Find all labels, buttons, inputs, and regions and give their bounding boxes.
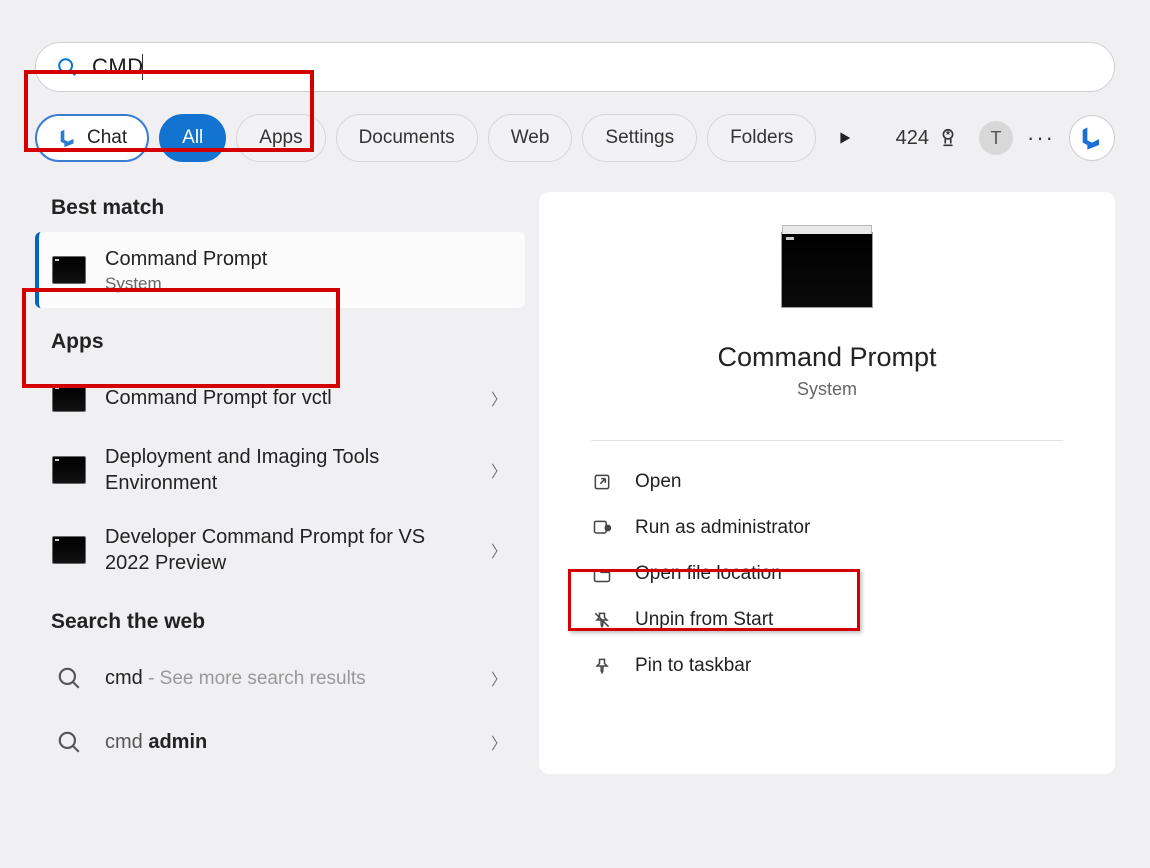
bing-chat-disc[interactable] [1069,115,1115,161]
action-pin-taskbar[interactable]: Pin to taskbar [569,643,1085,689]
filter-all[interactable]: All [159,114,226,162]
action-open-location[interactable]: Open file location [569,551,1085,597]
search-bar[interactable]: CMD [35,42,1115,92]
app-large-icon [781,232,873,308]
search-icon [56,56,78,78]
cmd-icon [51,452,87,488]
chat-chip[interactable]: Chat [35,114,149,162]
app-result[interactable]: Developer Command Prompt for VS 2022 Pre… [35,510,525,590]
filters-overflow-arrow[interactable] [826,131,866,145]
web-prefix: cmd [105,731,148,753]
action-unpin-start[interactable]: Unpin from Start [569,597,1085,643]
web-suffix: - See more search results [143,668,366,689]
divider [591,440,1063,441]
apps-header: Apps [35,326,525,366]
action-label: Unpin from Start [635,609,773,631]
search-input[interactable]: CMD [92,54,144,80]
unpin-icon [591,609,613,631]
bing-icon [57,127,79,149]
rewards-points[interactable]: 424 [896,127,959,150]
chat-label: Chat [87,127,127,149]
app-result[interactable]: Command Prompt for vctl 〉 [35,366,525,430]
filter-apps[interactable]: Apps [236,114,325,162]
web-bold: admin [148,731,207,753]
preview-subtitle: System [569,379,1085,400]
best-match-title: Command Prompt [105,246,507,272]
best-match-subtitle: System [105,274,507,294]
folder-icon [591,563,613,585]
web-result[interactable]: cmd admin 〉 [35,710,525,774]
preview-panel: Command Prompt System Open Run as admini… [539,192,1115,774]
open-icon [591,471,613,493]
chevron-right-icon: 〉 [491,538,507,562]
shield-icon [591,517,613,539]
avatar[interactable]: T [979,121,1013,155]
web-result[interactable]: cmd - See more search results 〉 [35,646,525,710]
search-icon [51,724,87,760]
action-open[interactable]: Open [569,459,1085,505]
filter-row: Chat All Apps Documents Web Settings Fol… [35,114,1115,162]
action-label: Run as administrator [635,517,810,539]
best-match-header: Best match [35,192,525,232]
cmd-icon [51,532,87,568]
app-result[interactable]: Deployment and Imaging Tools Environment… [35,430,525,510]
action-label: Open [635,471,681,493]
app-title: Command Prompt for vctl [105,385,473,411]
filter-folders[interactable]: Folders [707,114,816,162]
chevron-right-icon: 〉 [491,730,507,754]
chevron-right-icon: 〉 [491,386,507,410]
app-title: Developer Command Prompt for VS 2022 Pre… [105,524,473,576]
preview-title: Command Prompt [569,342,1085,373]
pin-icon [591,655,613,677]
best-match-item[interactable]: Command Prompt System [35,232,525,308]
trophy-icon [937,127,959,149]
text-cursor [142,54,143,80]
chevron-right-icon: 〉 [491,666,507,690]
web-term: cmd [105,667,143,689]
web-header: Search the web [35,606,525,646]
app-title: Deployment and Imaging Tools Environment [105,444,473,496]
points-count: 424 [896,127,929,150]
action-run-as-admin[interactable]: Run as administrator [569,505,1085,551]
more-icon[interactable]: ··· [1023,125,1059,151]
action-label: Pin to taskbar [635,655,751,677]
cmd-icon [51,252,87,288]
action-label: Open file location [635,563,782,585]
cmd-icon [51,380,87,416]
filter-web[interactable]: Web [488,114,573,162]
search-icon [51,660,87,696]
chevron-right-icon: 〉 [491,458,507,482]
filter-documents[interactable]: Documents [336,114,478,162]
results-panel: Best match Command Prompt System Apps Co… [35,192,525,774]
filter-settings[interactable]: Settings [582,114,697,162]
